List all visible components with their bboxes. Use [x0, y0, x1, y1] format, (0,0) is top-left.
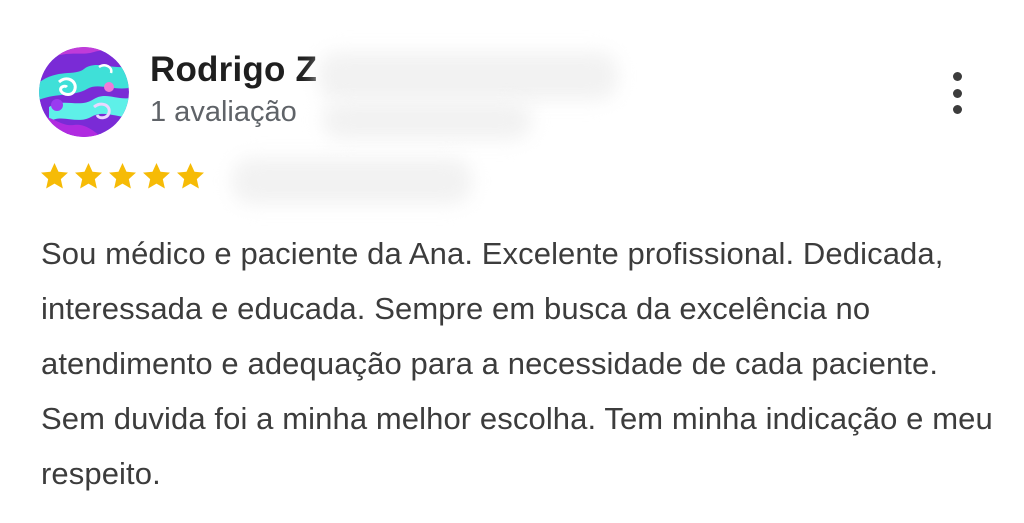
redacted-area — [232, 158, 472, 204]
more-vertical-icon-dot — [952, 72, 962, 81]
star-icon — [143, 163, 170, 189]
review-count: 1 avaliação — [150, 96, 297, 128]
avatar-swirl-image — [39, 47, 129, 137]
avatar[interactable] — [39, 47, 129, 137]
star-rating — [38, 160, 207, 193]
star-icon — [109, 163, 136, 189]
redacted-area — [322, 100, 532, 140]
more-options-button[interactable] — [940, 68, 974, 118]
author-name[interactable]: Rodrigo Z — [150, 50, 317, 90]
review-text: Sou médico e paciente da Ana. Excelente … — [41, 236, 993, 491]
more-vertical-icon-dot — [952, 105, 962, 114]
star-icon — [177, 163, 204, 189]
star-icon — [41, 163, 68, 189]
more-vertical-icon-dot — [952, 88, 962, 98]
redacted-area — [318, 52, 618, 100]
star-icon — [75, 163, 102, 189]
